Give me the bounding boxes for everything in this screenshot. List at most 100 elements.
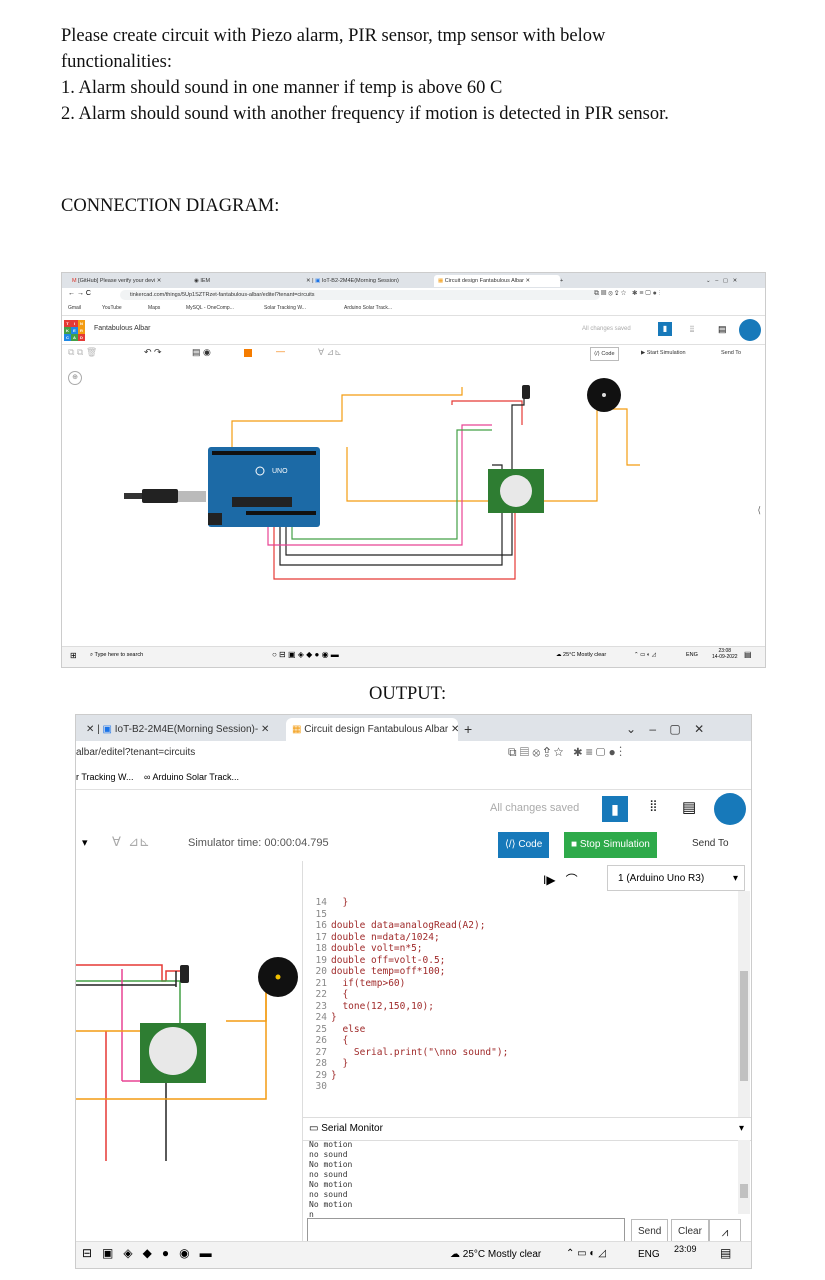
board-select[interactable]: 1 (Arduino Uno R3) ▾ <box>607 865 745 891</box>
code-line: 23 tone(12,150,10); <box>303 1001 738 1013</box>
debug-icon[interactable]: I▶ ⌒ <box>543 871 578 888</box>
code-text: double temp=off*100; <box>331 966 446 977</box>
wire-type-icon[interactable]: — <box>276 346 285 356</box>
bookmark[interactable]: YouTube <box>102 305 122 311</box>
line-number: 19 <box>315 954 327 966</box>
taskbar-weather[interactable]: ☁ 25°C Mostly clear <box>450 1249 541 1260</box>
serial-output-line: no sound <box>309 1190 348 1199</box>
browser-tab-active[interactable]: ▦ Circuit design Fantabulous Albar ✕ <box>434 275 560 287</box>
bookmark[interactable]: Arduino Solar Track... <box>344 305 392 311</box>
code-line: 21 if(temp>60) <box>303 978 738 990</box>
code-line: 22 { <box>303 989 738 1001</box>
code-line: 30 <box>303 1081 738 1093</box>
browser-tab-active[interactable]: ▦ Circuit design Fantabulous Albar ✕ <box>286 718 458 741</box>
notification-icon[interactable]: ▤ <box>744 650 752 659</box>
scrollbar-thumb[interactable] <box>740 1184 748 1198</box>
url-field[interactable]: tinkercad.com/things/5Up1SZTRzet-fantabu… <box>120 290 600 300</box>
component-list-icon[interactable]: ▤ <box>682 798 696 816</box>
edit-tools-icon[interactable]: ⧉ ⧉ 🗑 <box>68 347 97 358</box>
start-simulation-button[interactable]: ▶ Start Simulation <box>638 347 689 359</box>
window-controls[interactable]: ⌄ – ▢ ✕ <box>702 275 741 287</box>
code-text: { <box>331 1035 349 1046</box>
line-number: 24 <box>315 1012 327 1023</box>
tinkercad-icon: ▦ <box>438 278 444 284</box>
taskbar-apps-icon[interactable]: ○ ⊟ ▣ ◈ ◆ ● ◉ ▬ <box>272 650 339 659</box>
chevron-down-icon[interactable]: ▾ <box>739 1118 744 1140</box>
notification-icon[interactable]: ▤ <box>720 1246 731 1260</box>
analog-header <box>246 511 316 515</box>
taskbar-weather[interactable]: ☁ 25°C Mostly clear <box>556 652 606 658</box>
bookmark[interactable]: Gmail <box>68 305 81 311</box>
code-text: } <box>331 1069 337 1081</box>
code-editor[interactable]: 14 } 15 16 double data=analogRead(A2); 17 dou… <box>303 897 738 1117</box>
tray-icons[interactable]: ⌃ ▭ ◐ ◿ <box>634 652 656 658</box>
rotate-mirror-icon[interactable]: ∀ ⊿⊾ <box>318 347 342 358</box>
code-text: double n=data/1024; <box>331 931 440 943</box>
rotate-mirror-icon[interactable]: ∀ ⊿⊾ <box>112 834 150 850</box>
browser-tab[interactable]: M [GitHub] Please verify your devi ✕ <box>68 275 194 287</box>
simulator-time: Simulator time: 00:00:04.795 <box>188 837 329 849</box>
circuit-view-icon[interactable]: ▮ <box>658 322 672 336</box>
tinkercad-icon: ▦ <box>292 724 302 735</box>
taskbar-language: ENG <box>686 652 698 658</box>
send-to-button[interactable]: Send To <box>686 832 735 856</box>
bookmark[interactable]: Solar Tracking W... <box>264 305 306 311</box>
line-number: 28 <box>315 1058 327 1069</box>
url-field[interactable]: albar/editel?tenant=circuits <box>76 747 195 758</box>
browser-tab[interactable]: ✕ | ▣ IoT-B2-2M4E(Morning Session)- ✕ <box>86 718 286 741</box>
window-controls[interactable]: ⌄ – ▢ ✕ <box>626 718 704 741</box>
code-line: 28 } <box>303 1058 738 1070</box>
dropdown-icon[interactable]: ▾ <box>82 836 88 849</box>
code-text: } <box>331 1012 337 1023</box>
code-line: 15 <box>303 909 738 921</box>
avatar[interactable] <box>739 319 761 341</box>
line-number: 16 <box>315 920 327 931</box>
wire-pink <box>122 1061 143 1082</box>
code-button[interactable]: ⟨/⟩ Code <box>590 347 619 361</box>
circuit-canvas[interactable] <box>76 861 302 1241</box>
new-tab-button[interactable]: + <box>464 718 472 741</box>
code-text: } <box>331 897 349 908</box>
note-visibility-icon[interactable]: ▤ ◉ <box>192 347 211 358</box>
browser-tab[interactable]: ✕ | ▣ IoT-B2-2M4E(Morning Session) <box>302 275 440 287</box>
stop-simulation-button[interactable]: ■ Stop Simulation <box>564 832 657 858</box>
schematic-view-icon[interactable]: ⦙⦙ <box>650 798 657 815</box>
output-heading: OUTPUT: <box>369 684 447 704</box>
new-tab-button[interactable]: + <box>556 275 567 287</box>
avatar[interactable] <box>714 793 746 825</box>
wire-orange <box>607 408 640 466</box>
send-to-button[interactable]: Send To <box>718 347 745 359</box>
connection-diagram: UNO <box>124 378 640 580</box>
serial-scrollbar[interactable] <box>738 1140 750 1214</box>
code-scrollbar[interactable] <box>738 891 750 1117</box>
taskbar-apps-icon[interactable]: ⊟ ▣ ◈ ◆ ● ◉ ▬ <box>82 1246 212 1260</box>
windows-start-icon[interactable]: ⊞ <box>70 651 77 660</box>
bookmark[interactable]: MySQL - OneComp... <box>186 305 234 311</box>
schematic-view-icon[interactable]: ⦙⦙ <box>690 324 694 335</box>
bookmark[interactable]: ∞ Arduino Solar Track... <box>144 772 239 782</box>
browser-actions-icon[interactable]: ⧉ ▤ ⊗ ⇪ ☆ ✱ ≡ ▢ ● ⋮ <box>594 290 661 298</box>
wire-color-swatch[interactable] <box>244 349 252 357</box>
code-button[interactable]: ⟨/⟩ Code <box>498 832 550 858</box>
project-name[interactable]: Fantabulous Albar <box>94 325 150 332</box>
digital-header <box>212 451 316 455</box>
undo-redo-icon[interactable]: ↶ ↷ <box>144 347 162 358</box>
serial-output-line: no sound <box>309 1150 348 1159</box>
tray-icons[interactable]: ⌃ ▭ ◐ ◿ <box>566 1248 606 1259</box>
scrollbar-thumb[interactable] <box>740 971 748 1081</box>
gmail-icon: M <box>72 278 77 284</box>
usb-connector <box>178 491 206 502</box>
browser-actions-icon[interactable]: ⧉ ▤ ⊗ ⇪ ☆ ✱ ≡ ▢ ● ⋮ <box>508 745 622 760</box>
taskbar-search[interactable]: ⌕ Type here to search <box>90 652 143 659</box>
power-jack <box>208 513 222 525</box>
browser-tab[interactable]: ◉ IEM <box>190 275 310 287</box>
bookmark[interactable]: Maps <box>148 305 160 311</box>
circuit-canvas[interactable]: ⊕ UNO ⟨ <box>62 365 765 645</box>
component-list-icon[interactable]: ▤ <box>718 324 727 335</box>
collapse-panel-icon[interactable]: ⟨ <box>757 505 761 516</box>
circuit-view-icon[interactable]: ▮ <box>602 796 628 822</box>
nav-arrows-icon[interactable]: ← → C <box>68 290 91 297</box>
bookmarks-bar: r Tracking W... ∞ Arduino Solar Track... <box>76 767 751 790</box>
bookmark[interactable]: r Tracking W... <box>76 772 134 782</box>
serial-monitor-header[interactable]: ▭ Serial Monitor ▾ <box>303 1117 751 1141</box>
